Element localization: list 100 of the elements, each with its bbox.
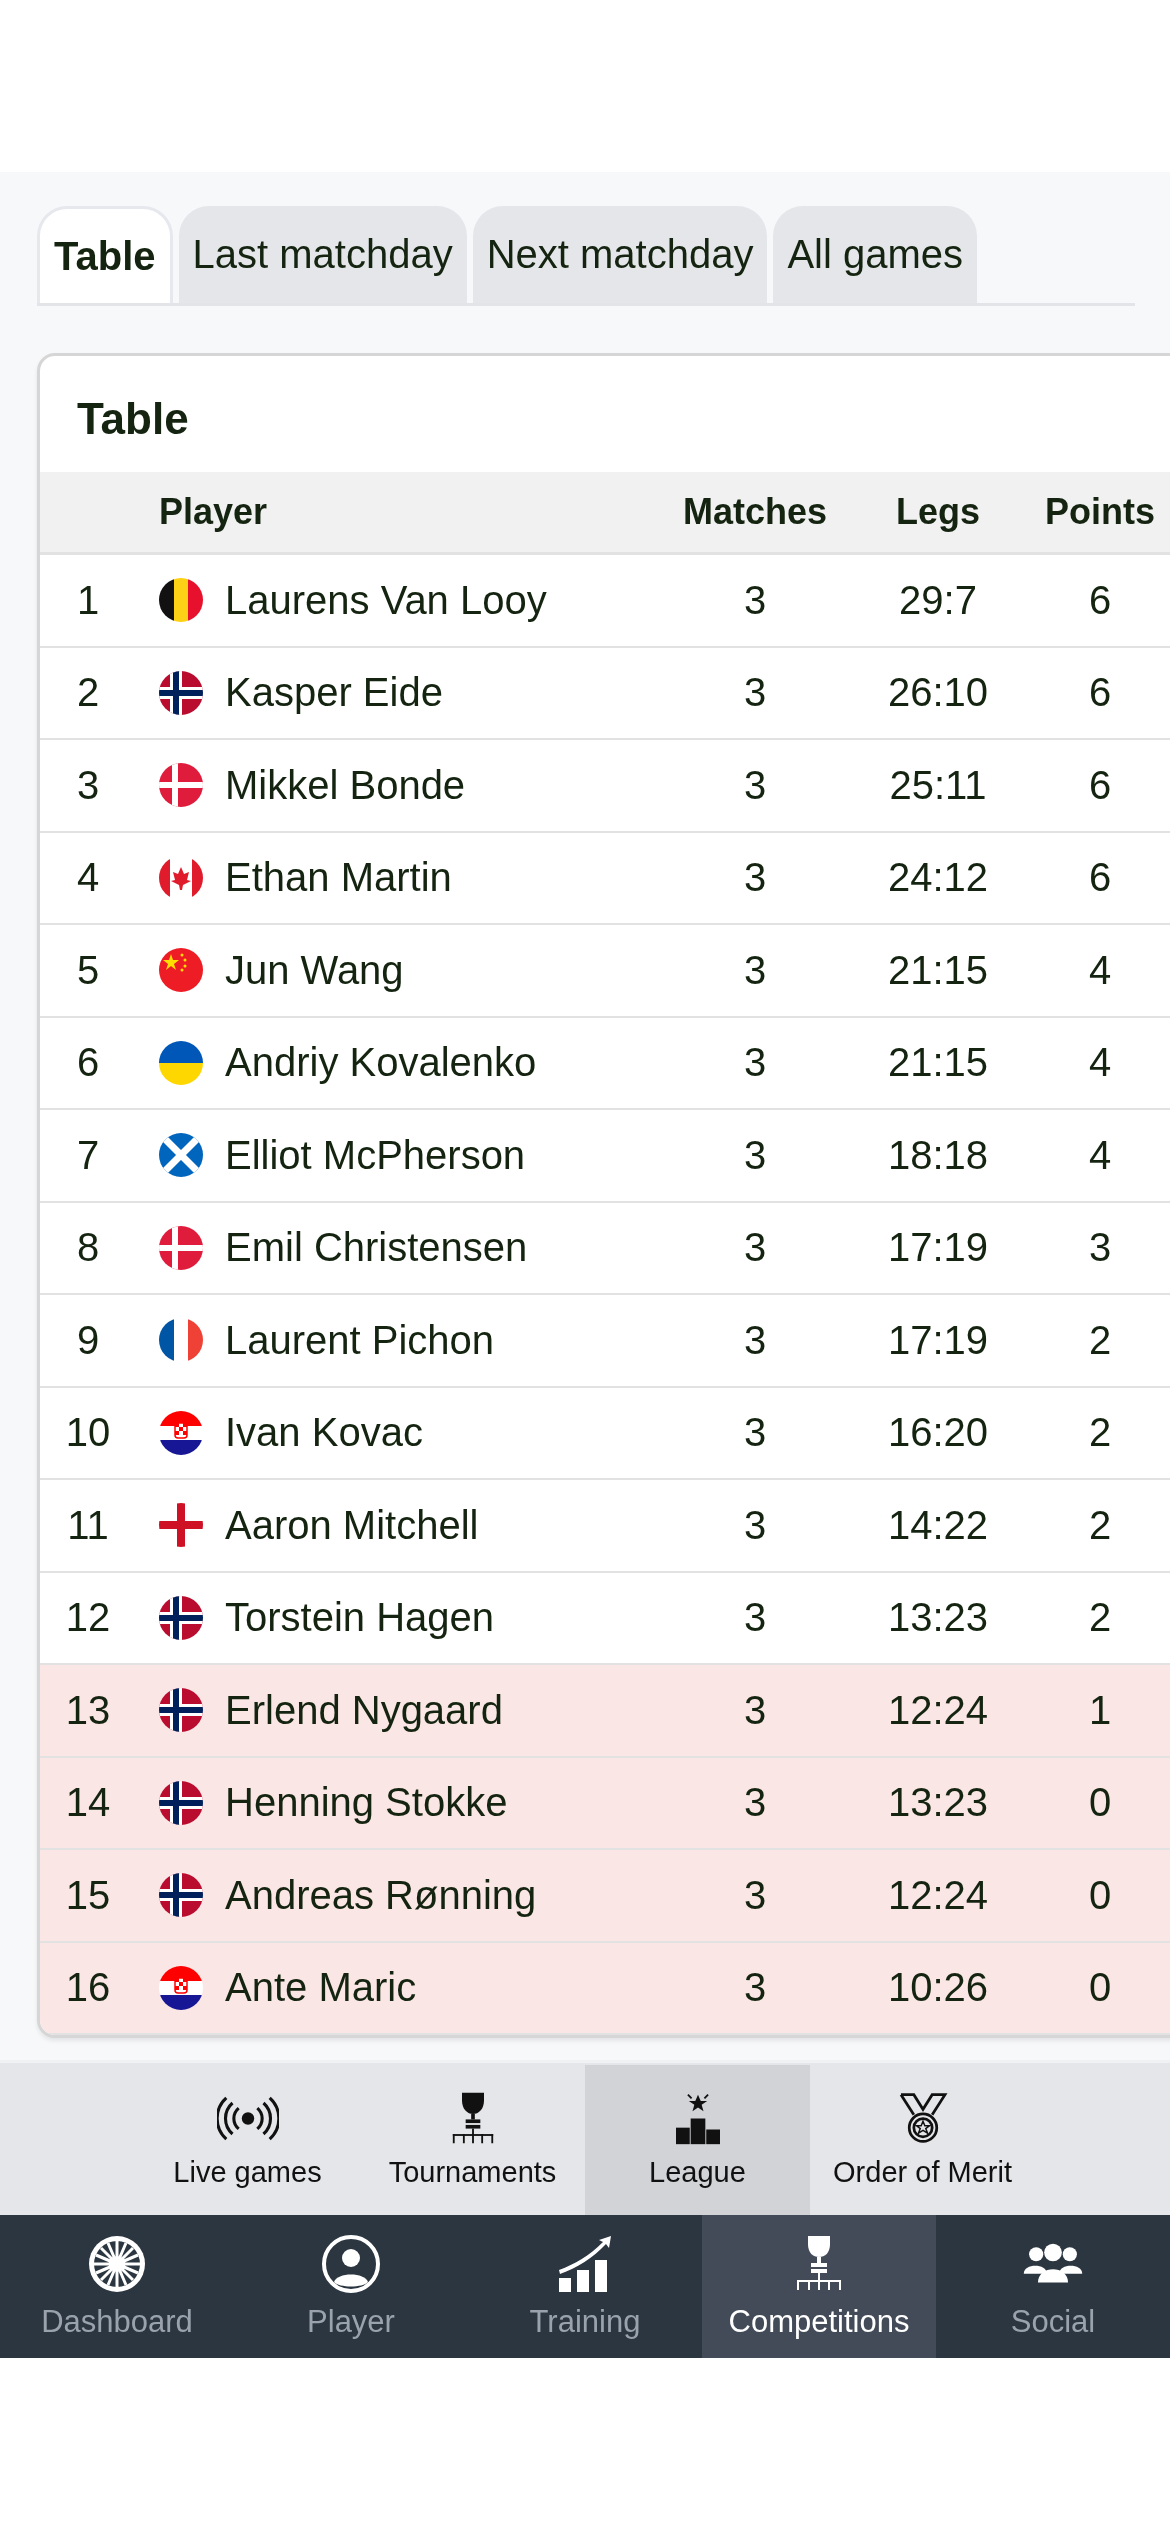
- nav-tab[interactable]: Player: [234, 2215, 468, 2358]
- matches-cell-text: 3: [742, 1040, 768, 1086]
- points-cell-text: 2: [1087, 1410, 1113, 1456]
- rank-cell-text: 16: [64, 1965, 112, 2011]
- legs-cell-text: 12:24: [886, 1872, 990, 1918]
- rank-cell-text: 15: [64, 1872, 112, 1918]
- user-icon: [320, 2233, 382, 2294]
- legs-cell-text: 12:24: [886, 1687, 990, 1733]
- points-cell-text: 6: [1087, 855, 1113, 901]
- points-cell-text: 2: [1087, 1502, 1113, 1548]
- legs-cell-text: 29:7: [898, 577, 978, 623]
- card-title: Table: [76, 393, 190, 445]
- sub-nav-item[interactable]: Tournaments: [360, 2065, 585, 2215]
- matches-cell-text: 3: [742, 762, 768, 808]
- flag-icon: [159, 1040, 203, 1085]
- points-cell-text: 2: [1087, 1595, 1113, 1641]
- legs-cell-text: 21:15: [886, 1040, 990, 1086]
- points-cell-text: 6: [1087, 762, 1113, 808]
- legs-cell-text: 13:23: [886, 1595, 990, 1641]
- matches-cell-text: 3: [742, 1132, 768, 1178]
- rank-cell-text: 1: [75, 577, 101, 623]
- rank-cell-text: 11: [66, 1502, 110, 1548]
- matches-cell-text: 3: [742, 1225, 768, 1271]
- flag-icon: [159, 1873, 203, 1918]
- rank-cell-text: 12: [64, 1595, 112, 1641]
- player-name: Laurent Pichon: [225, 1317, 496, 1363]
- rank-cell-text: 4: [75, 855, 101, 901]
- rank-cell-text: 8: [75, 1225, 101, 1271]
- rank-cell-text: 2: [75, 670, 101, 716]
- sub-nav-item[interactable]: League: [585, 2065, 810, 2215]
- tab[interactable]: Table: [37, 206, 173, 303]
- matches-cell-text: 3: [742, 855, 768, 901]
- player-name: Ante Maric: [225, 1965, 418, 2011]
- player-name: Ivan Kovac: [225, 1410, 424, 1456]
- legs-cell-text: 18:18: [886, 1132, 990, 1178]
- dartboard-icon: [86, 2233, 148, 2294]
- flag-icon: [159, 1503, 203, 1548]
- player-name: Elliot McPherson: [225, 1132, 527, 1178]
- sub-nav-item[interactable]: Order of Merit: [810, 2065, 1035, 2215]
- player-name: Henning Stokke: [225, 1780, 509, 1826]
- matches-cell-text: 3: [742, 1780, 768, 1826]
- column-header: Legs: [895, 491, 981, 533]
- player-name: Erlend Nygaard: [225, 1687, 504, 1733]
- sub-nav-item[interactable]: Live games: [135, 2065, 360, 2215]
- matches-cell-text: 3: [742, 947, 768, 993]
- legs-cell-text: 21:15: [886, 947, 990, 993]
- player-name: Emil Christensen: [225, 1225, 529, 1271]
- player-name: Mikkel Bonde: [225, 762, 467, 808]
- player-name: Ethan Martin: [225, 855, 453, 901]
- player-name: Andriy Kovalenko: [225, 1040, 538, 1086]
- player-name: Laurens Van Looy: [225, 577, 548, 623]
- flag-icon: [159, 1780, 203, 1825]
- rank-cell-text: 3: [75, 762, 101, 808]
- legs-cell-text: 24:12: [886, 855, 990, 901]
- legs-cell-text: 14:22: [886, 1502, 990, 1548]
- nav-tab[interactable]: Training: [468, 2215, 702, 2358]
- matches-cell-text: 3: [742, 1687, 768, 1733]
- rank-cell-text: 7: [75, 1132, 101, 1178]
- tab[interactable]: Next matchday: [472, 206, 768, 303]
- player-name: Kasper Eide: [225, 670, 444, 716]
- rank-cell-text: 6: [75, 1040, 101, 1086]
- player-name: Torstein Hagen: [225, 1595, 496, 1641]
- rank-cell-text: 14: [64, 1780, 112, 1826]
- points-cell-text: 6: [1087, 577, 1113, 623]
- legs-cell-text: 26:10: [886, 670, 990, 716]
- player-name: Jun Wang: [225, 947, 405, 993]
- matches-cell-text: 3: [742, 577, 768, 623]
- flag-icon: [159, 1688, 203, 1733]
- column-header: Player: [158, 491, 269, 533]
- column-header: Points: [1044, 491, 1156, 533]
- legs-cell-text: 25:11: [888, 762, 988, 808]
- matches-cell-text: 3: [742, 1317, 768, 1363]
- tab[interactable]: All games: [773, 206, 978, 303]
- flag-icon: [159, 1965, 203, 2010]
- flag-icon: [159, 670, 203, 715]
- player-name: Andreas Rønning: [225, 1872, 538, 1918]
- points-cell-text: 0: [1087, 1780, 1113, 1826]
- legs-cell-text: 17:19: [886, 1225, 990, 1271]
- points-cell-text: 0: [1087, 1872, 1113, 1918]
- points-cell-text: 4: [1087, 1132, 1113, 1178]
- matches-cell-text: 3: [742, 1502, 768, 1548]
- matches-cell-text: 3: [742, 670, 768, 716]
- flag-icon: [159, 1318, 203, 1363]
- nav-tab[interactable]: Competitions: [702, 2215, 936, 2358]
- flag-icon: [159, 1225, 203, 1270]
- nav-tab[interactable]: Dashboard: [0, 2215, 234, 2358]
- flag-icon: [159, 1410, 203, 1455]
- points-cell-text: 6: [1087, 670, 1113, 716]
- flag-icon: [159, 763, 203, 808]
- matches-cell-text: 3: [742, 1410, 768, 1456]
- tab[interactable]: Last matchday: [178, 206, 467, 303]
- nav-tab[interactable]: Social: [936, 2215, 1170, 2358]
- points-cell-text: 4: [1087, 1040, 1113, 1086]
- matches-cell-text: 3: [742, 1872, 768, 1918]
- flag-icon: [159, 578, 203, 623]
- legs-cell-text: 16:20: [886, 1410, 990, 1456]
- points-cell-text: 0: [1087, 1965, 1113, 2011]
- legs-cell-text: 17:19: [886, 1317, 990, 1363]
- matches-cell-text: 3: [742, 1595, 768, 1641]
- points-cell-text: 1: [1087, 1687, 1113, 1733]
